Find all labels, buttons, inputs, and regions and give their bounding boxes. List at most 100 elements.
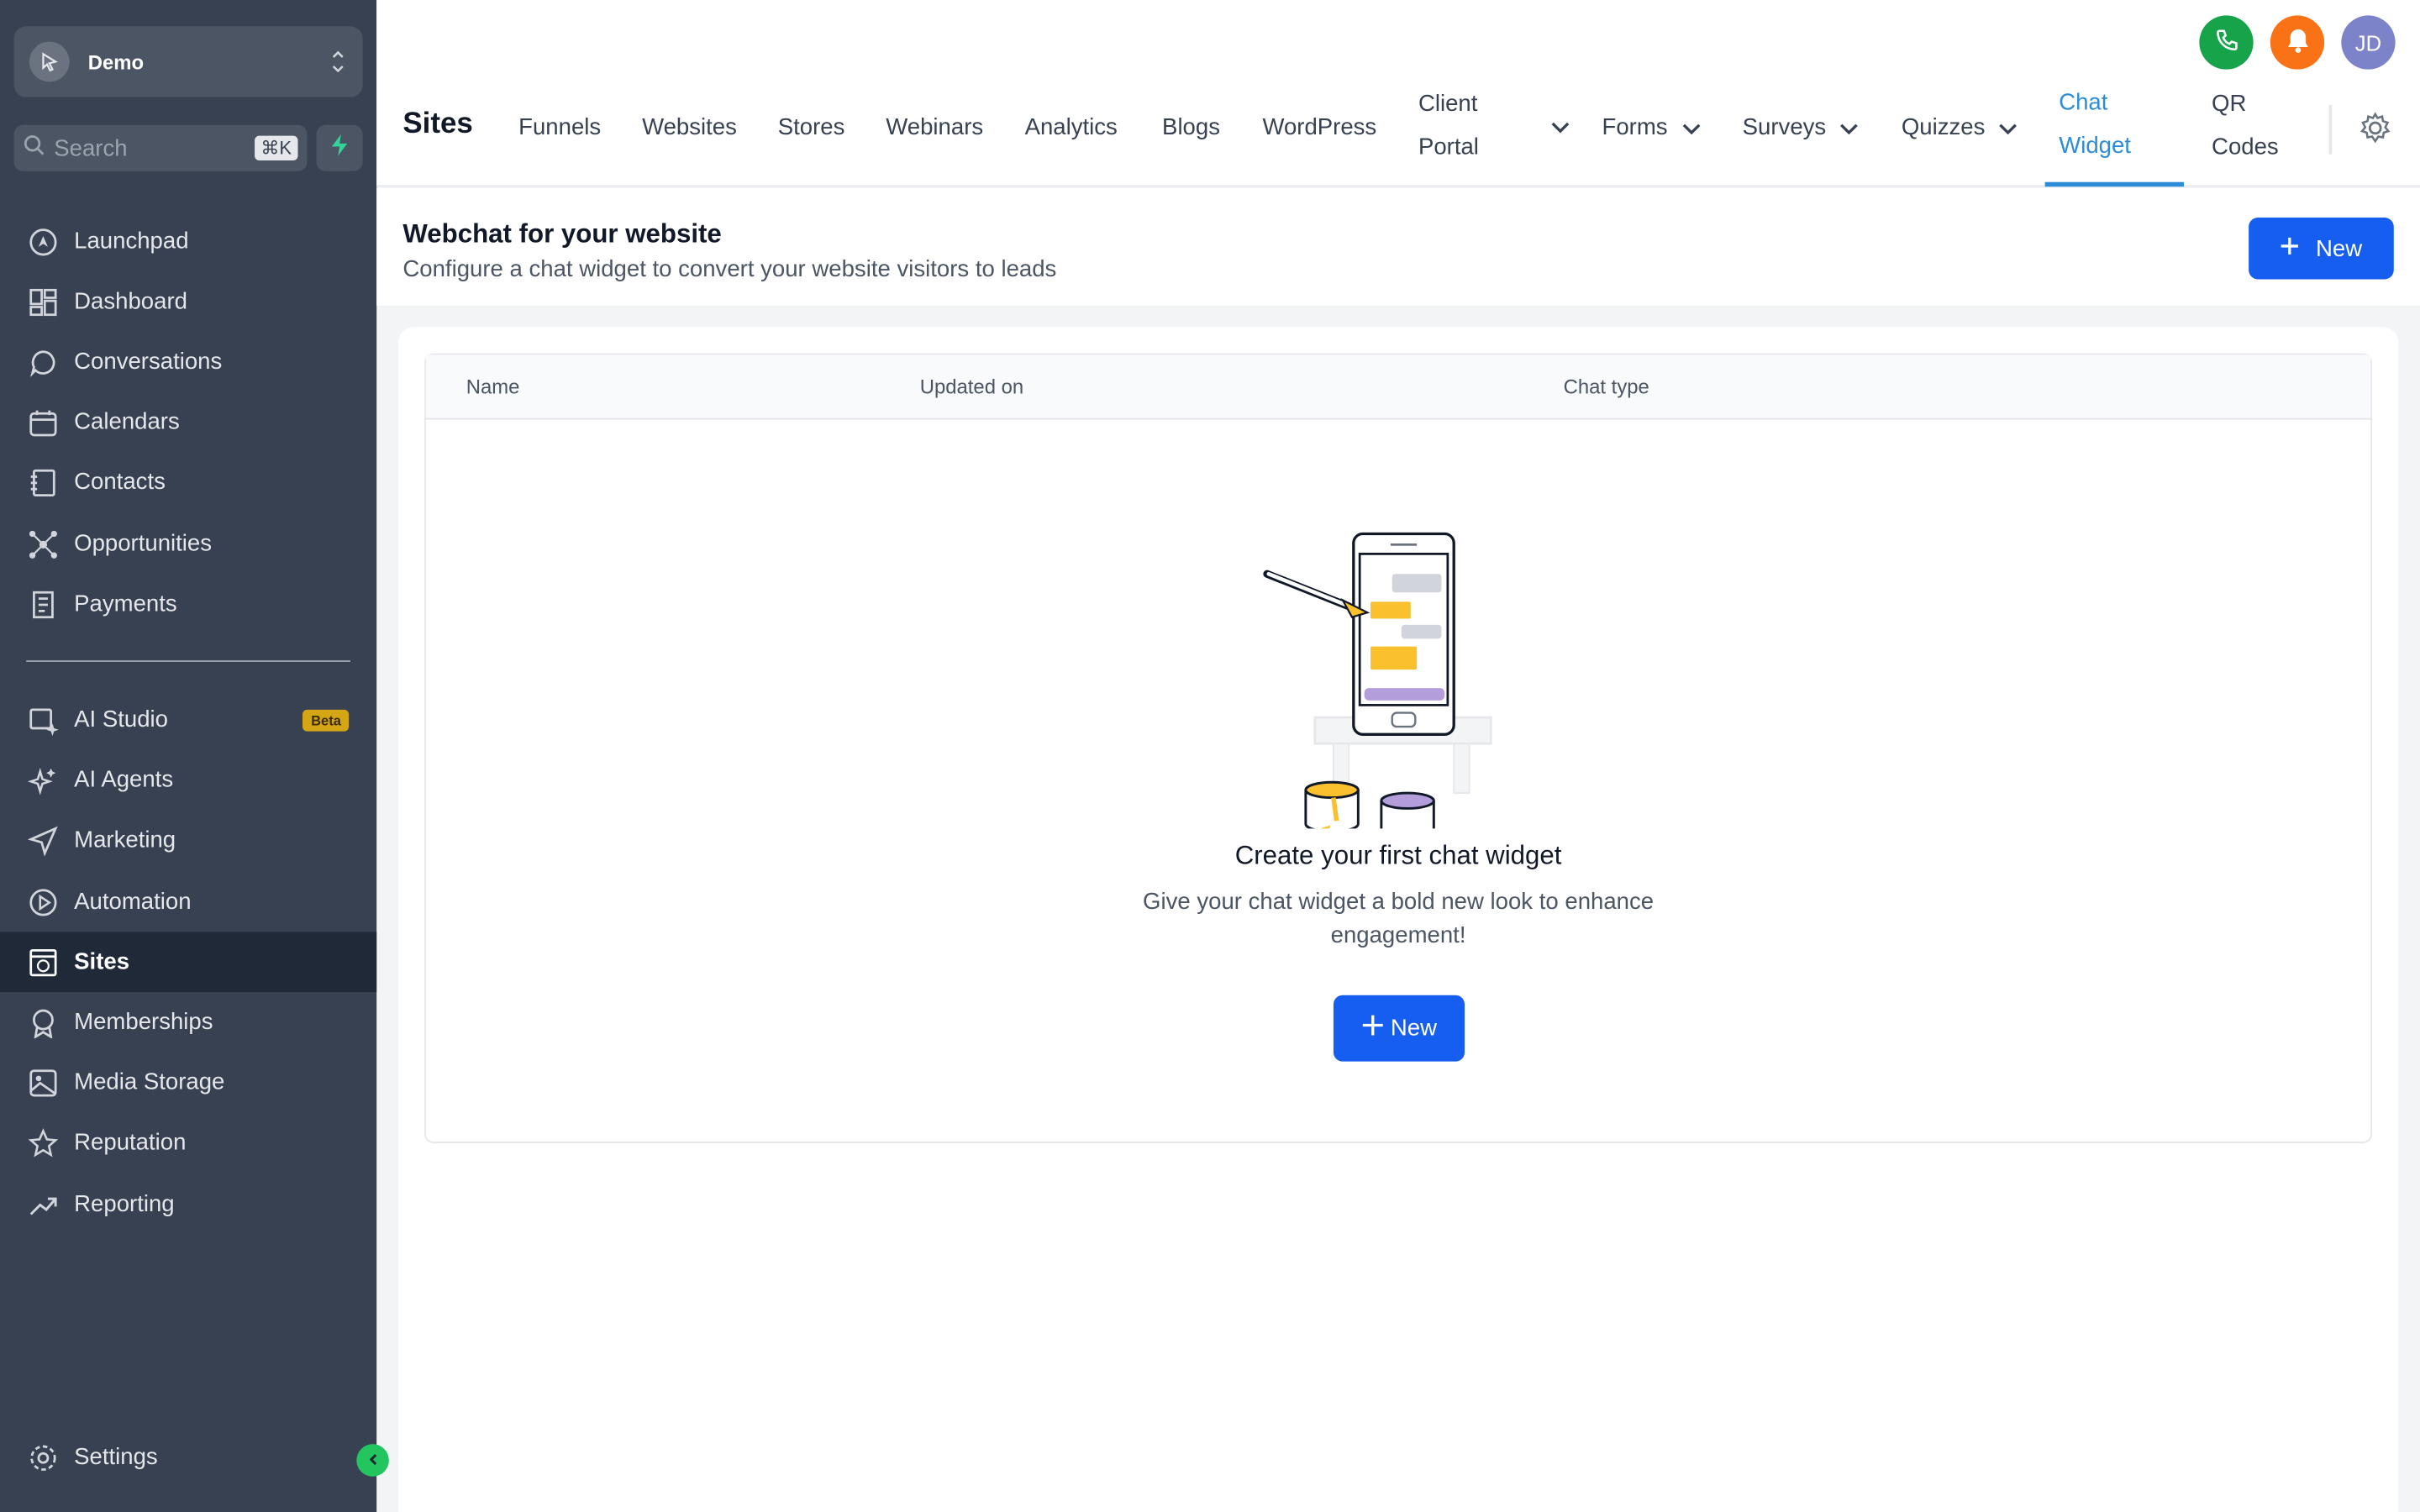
tab-websites[interactable]: Websites [642, 114, 737, 140]
chevron-down-icon [1840, 123, 1859, 134]
table-header: Name Updated on Chat type [425, 354, 2371, 420]
sidebar-item-dashboard[interactable]: Dashboard [0, 271, 376, 332]
trend-icon [29, 1196, 57, 1215]
sidebar-item-marketing[interactable]: Marketing [0, 810, 376, 870]
phone-button[interactable] [2199, 15, 2254, 70]
tabs-divider [2328, 104, 2333, 155]
top-navigation: JD Sites Funnels Websites Stores Webinar… [376, 0, 2420, 187]
notifications-button[interactable] [2270, 15, 2325, 70]
send-icon [28, 825, 58, 856]
search-icon [24, 134, 45, 163]
calendar-icon [29, 409, 57, 436]
receipt-icon [33, 591, 54, 618]
network-icon [29, 529, 57, 558]
sidebar-item-calendars[interactable]: Calendars [0, 392, 376, 453]
section-subtitle: Configure a chat widget to convert your … [402, 255, 1057, 283]
tab-wordpress[interactable]: WordPress [1262, 114, 1376, 140]
sidebar-item-memberships[interactable]: Memberships [0, 992, 376, 1053]
lightning-icon [329, 132, 350, 165]
sidebar-item-contacts[interactable]: Contacts [0, 452, 376, 512]
button-label: New [2315, 235, 2363, 262]
sidebar-item-reporting[interactable]: Reporting [0, 1174, 376, 1235]
empty-state-description: Give your chat widget a bold new look to… [1143, 888, 1655, 949]
create-widget-button[interactable]: New [1333, 995, 1465, 1062]
sidebar-item-sites[interactable]: Sites [0, 932, 377, 993]
sidebar-item-label: Conversations [74, 349, 223, 375]
sidebar-item-label: AI Agents [74, 766, 174, 794]
search-input[interactable] [54, 134, 239, 161]
tab-quizzes[interactable]: Quizzes [1902, 114, 2019, 140]
chevron-down-icon [1681, 123, 1700, 134]
page-header: Webchat for your website Configure a cha… [376, 188, 2420, 306]
sidebar-item-ai-agents[interactable]: AI Agents [0, 750, 376, 811]
rocket-icon [29, 228, 57, 255]
account-name: Demo [87, 50, 145, 74]
new-widget-button[interactable]: New [2249, 217, 2394, 280]
tab-label: Chat [2059, 89, 2108, 116]
sidebar-item-media-storage[interactable]: Media Storage [0, 1053, 376, 1113]
sidebar-item-launchpad[interactable]: Launchpad [0, 212, 376, 272]
tab-label: Client [1418, 91, 1478, 118]
tab-chat-widget[interactable]: Chat Widget [2059, 81, 2131, 168]
sidebar-item-label: AI Studio [74, 706, 168, 733]
tab-qr-codes[interactable]: QR Codes [2212, 83, 2279, 170]
sidebar-item-label: Media Storage [74, 1068, 225, 1096]
sidebar-item-settings[interactable]: Settings [0, 1427, 376, 1488]
sidebar-item-label: Contacts [74, 469, 166, 496]
quick-action-button[interactable] [316, 124, 363, 171]
sidebar-item-label: Reporting [74, 1190, 175, 1218]
account-switcher[interactable]: Demo [13, 26, 363, 97]
page-title: Sites [402, 108, 473, 141]
sidebar-item-automation[interactable]: Automation [0, 872, 376, 932]
tab-label: Quizzes [1901, 113, 1986, 141]
column-header-chat-type[interactable]: Chat type [1564, 375, 1649, 398]
tab-funnels[interactable]: Funnels [518, 114, 601, 140]
chat-widget-illustration [1263, 532, 1492, 829]
tab-label: Codes [2212, 134, 2279, 161]
tab-stores[interactable]: Stores [778, 114, 845, 140]
sidebar-item-label: Calendars [74, 408, 180, 435]
gear-icon [30, 1444, 56, 1470]
tab-forms[interactable]: Forms [1602, 114, 1702, 140]
tab-webinars[interactable]: Webinars [886, 114, 983, 140]
chevron-left-icon [365, 1446, 380, 1474]
sidebar-item-label: Marketing [74, 827, 176, 853]
section-title: Webchat for your website [402, 218, 722, 249]
sparkle-icon [28, 766, 56, 795]
tab-analytics[interactable]: Analytics [1025, 114, 1118, 140]
tab-blogs[interactable]: Blogs [1162, 114, 1220, 140]
sidebar-item-label: Payments [74, 591, 177, 617]
image-icon [29, 1068, 57, 1096]
collapse-sidebar-button[interactable] [356, 1444, 389, 1477]
column-header-updated[interactable]: Updated on [920, 375, 1023, 398]
plus-icon [1361, 1014, 1385, 1043]
sidebar-item-label: Launchpad [74, 228, 189, 255]
globe-window-icon [29, 948, 57, 976]
main-content: Name Updated on Chat type Create your fi… [397, 327, 2399, 1512]
sidebar-item-conversations[interactable]: Conversations [0, 332, 376, 392]
sidebar-item-ai-studio[interactable]: AI Studio Beta [0, 690, 376, 750]
sidebar-divider [26, 660, 350, 662]
empty-state-title: Create your first chat widget [1234, 841, 1562, 870]
search-box[interactable]: ⌘K [13, 124, 308, 171]
sites-settings-button[interactable] [2359, 111, 2392, 153]
sidebar-item-reputation[interactable]: Reputation [0, 1112, 376, 1173]
avatar[interactable]: JD [2341, 15, 2396, 70]
client-portal-dropdown[interactable] [1537, 116, 1570, 138]
button-label: New [1390, 1015, 1438, 1042]
tab-label: QR [2212, 91, 2247, 118]
sidebar-item-opportunities[interactable]: Opportunities [0, 514, 376, 575]
shortcut-badge: ⌘K [255, 135, 298, 161]
bell-icon [2285, 26, 2309, 59]
sidebar-item-payments[interactable]: Payments [0, 574, 376, 634]
sidebar-item-label: Memberships [74, 1009, 213, 1036]
sidebar: Demo ⌘K Launchpad Dashboard [0, 0, 389, 1512]
tab-client-portal[interactable]: Client Portal [1418, 83, 1479, 170]
grid-icon [29, 288, 57, 316]
tab-surveys[interactable]: Surveys [1743, 114, 1860, 140]
tab-label: Surveys [1742, 113, 1827, 141]
sidebar-item-label: Opportunities [74, 530, 213, 558]
plus-icon [2281, 235, 2301, 261]
tab-label: Widget [2059, 132, 2131, 160]
column-header-name[interactable]: Name [466, 375, 520, 398]
